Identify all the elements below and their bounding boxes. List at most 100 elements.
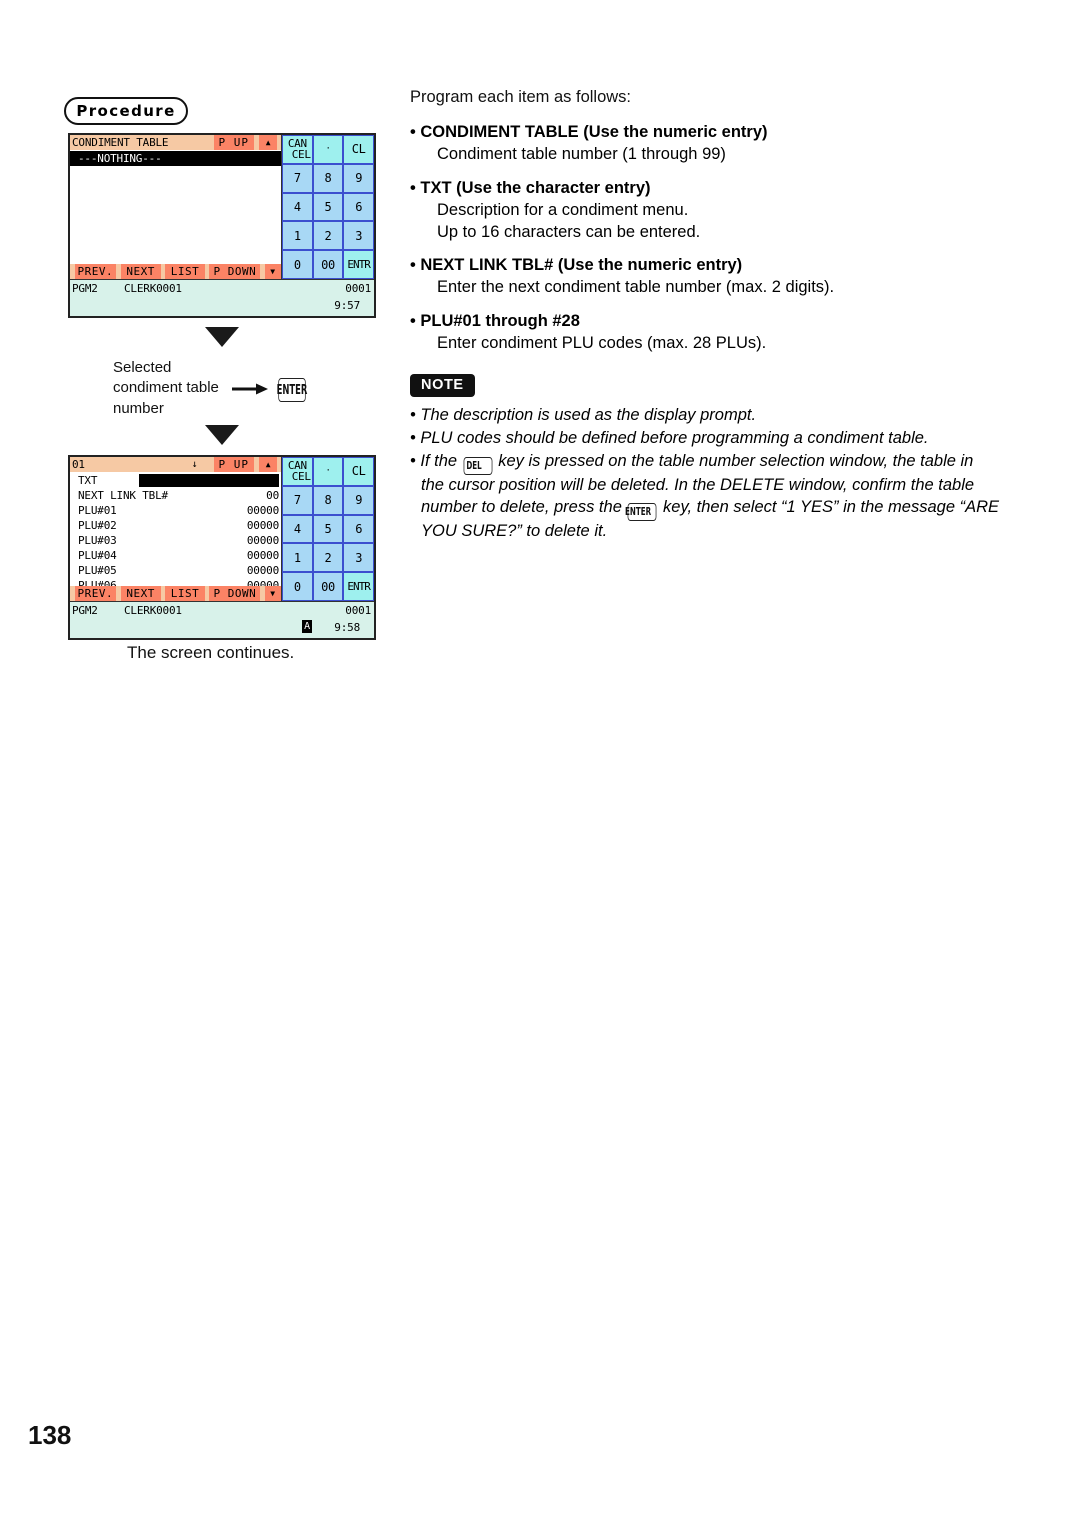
key-1[interactable]: 1 [282, 221, 313, 251]
next-button[interactable]: NEXT [120, 586, 161, 601]
lcd-row-list: TXT NEXT LINK TBL# 00 PLU#01 00000 PLU#0… [70, 472, 281, 586]
keypad-row: 7 8 9 [282, 163, 375, 193]
field-value: 00000 [246, 519, 279, 532]
status-time: 9:57 [334, 299, 360, 312]
page-down-button[interactable]: P DOWN [209, 264, 261, 279]
key-8[interactable]: 8 [312, 485, 344, 515]
lcd-function-bar: PREV. NEXT LIST P DOWN ▼ [70, 586, 282, 601]
key-1[interactable]: 1 [282, 543, 313, 573]
key-3[interactable]: 3 [343, 221, 375, 251]
note-list: • The description is used as the display… [410, 405, 1000, 543]
spec-txt: • TXT (Use the character entry) Descript… [410, 179, 1000, 244]
note-item: • The description is used as the display… [410, 405, 757, 424]
spec-body: Condiment table number (1 through 99) [437, 145, 726, 163]
key-5[interactable]: 5 [312, 192, 344, 222]
prev-button[interactable]: PREV. [74, 264, 117, 279]
key-4[interactable]: 4 [282, 514, 313, 544]
key-7[interactable]: 7 [282, 485, 313, 515]
cancel-key[interactable]: CAN CEL [282, 457, 313, 486]
field-row-plu04[interactable]: PLU#04 00000 [70, 548, 281, 563]
key-00[interactable]: 00 [312, 250, 344, 279]
field-row-plu05[interactable]: PLU#05 00000 [70, 563, 281, 578]
status-mode: PGM2 [72, 604, 98, 617]
field-row-plu06[interactable]: PLU#06 00000 [70, 578, 281, 586]
key-5[interactable]: 5 [312, 514, 344, 544]
keypad-row: 7 8 9 [282, 485, 375, 515]
key-2[interactable]: 2 [312, 543, 344, 573]
status-mode: PGM2 [72, 282, 98, 295]
key-8[interactable]: 8 [312, 163, 344, 193]
spec-heading: • CONDIMENT TABLE (Use the numeric entry… [410, 123, 768, 141]
list-button[interactable]: LIST [165, 586, 205, 601]
key-2[interactable]: 2 [312, 221, 344, 251]
title-down-arrow-icon: ↓ [191, 458, 198, 470]
list-item[interactable]: ---NOTHING--- [70, 151, 281, 166]
page-up-button[interactable]: P UP [213, 457, 254, 472]
key-7[interactable]: 7 [282, 163, 313, 193]
decimal-point-key[interactable]: · [312, 135, 344, 164]
key-4[interactable]: 4 [282, 192, 313, 222]
lcd-screen-condiment-table-detail: 01 ↓ P UP ▲ TXT NEXT LINK TBL# 00 PLU#01 [68, 455, 376, 640]
field-value-highlight[interactable] [139, 474, 279, 487]
scroll-down-arrow-icon[interactable]: ▼ [264, 264, 282, 279]
key-6[interactable]: 6 [343, 514, 375, 544]
key-9[interactable]: 9 [343, 163, 375, 193]
spec-heading: • NEXT LINK TBL# (Use the numeric entry) [410, 256, 743, 275]
keypad-row: 1 2 3 [282, 221, 375, 251]
lcd-display-area: 01 ↓ P UP ▲ TXT NEXT LINK TBL# 00 PLU#01 [70, 457, 282, 601]
enter-key[interactable]: ENTR [343, 572, 375, 601]
field-value: 00000 [246, 549, 279, 562]
lcd-title: 01 [72, 459, 85, 470]
scroll-up-arrow-icon[interactable]: ▲ [259, 457, 277, 472]
instructions-column: Program each item as follows: • CONDIMEN… [410, 88, 1000, 544]
del-key-cap: DEL [463, 457, 493, 476]
procedure-label: Procedure [76, 102, 176, 120]
field-row-next-link-tbl[interactable]: NEXT LINK TBL# 00 [70, 488, 281, 503]
titlebar-tail [277, 135, 281, 150]
enter-key-cap: ENTER [625, 503, 657, 522]
field-value: 00000 [246, 564, 279, 577]
key-3[interactable]: 3 [343, 543, 375, 573]
page-down-button[interactable]: P DOWN [209, 586, 261, 601]
status-caps-indicator: A [302, 620, 312, 633]
field-label: PLU#04 [78, 549, 117, 562]
key-00[interactable]: 00 [312, 572, 344, 601]
lcd-body: CONDIMENT TABLE P UP ▲ ---NOTHING--- PRE… [70, 135, 375, 279]
field-label: PLU#02 [78, 519, 117, 532]
page-number: 138 [28, 1420, 72, 1450]
field-row-plu01[interactable]: PLU#01 00000 [70, 503, 281, 518]
status-time: 9:58 [334, 621, 360, 634]
status-clerk: CLERK0001 [124, 604, 182, 617]
clear-key[interactable]: CL [343, 457, 375, 486]
field-row-plu02[interactable]: PLU#02 00000 [70, 518, 281, 533]
decimal-point-key[interactable]: · [312, 457, 344, 486]
cancel-key[interactable]: CAN CEL [282, 135, 313, 164]
key-0[interactable]: 0 [282, 572, 313, 601]
keypad-row: 0 00 ENTR [282, 572, 375, 601]
scroll-up-arrow-icon[interactable]: ▲ [259, 135, 277, 150]
lcd-function-bar: PREV. NEXT LIST P DOWN ▼ [70, 264, 282, 279]
next-button[interactable]: NEXT [120, 264, 161, 279]
key-6[interactable]: 6 [343, 192, 375, 222]
lcd-body: 01 ↓ P UP ▲ TXT NEXT LINK TBL# 00 PLU#01 [70, 457, 375, 601]
field-row-plu03[interactable]: PLU#03 00000 [70, 533, 281, 548]
lcd-display-area: CONDIMENT TABLE P UP ▲ ---NOTHING--- PRE… [70, 135, 282, 279]
field-row-txt[interactable]: TXT [70, 473, 281, 488]
flow-label-line2: condiment table [113, 379, 219, 397]
enter-key[interactable]: ENTR [343, 250, 375, 279]
numeric-keypad: CAN CEL · CL 7 8 9 4 5 6 1 2 3 0 00 ENTR [282, 135, 375, 279]
prev-button[interactable]: PREV. [74, 586, 117, 601]
clear-key[interactable]: CL [343, 135, 375, 164]
list-item-blank [70, 241, 281, 256]
list-button[interactable]: LIST [165, 264, 205, 279]
key-9[interactable]: 9 [343, 485, 375, 515]
lead-text: Program each item as follows: [410, 88, 632, 106]
page-up-button[interactable]: P UP [213, 135, 254, 150]
keypad-row: 4 5 6 [282, 192, 375, 222]
lcd-titlebar: CONDIMENT TABLE P UP ▲ [70, 135, 281, 150]
keypad-row: 4 5 6 [282, 514, 375, 544]
flow-right-arrow-icon [232, 383, 268, 395]
key-0[interactable]: 0 [282, 250, 313, 279]
field-label: PLU#01 [78, 504, 117, 517]
scroll-down-arrow-icon[interactable]: ▼ [264, 586, 282, 601]
